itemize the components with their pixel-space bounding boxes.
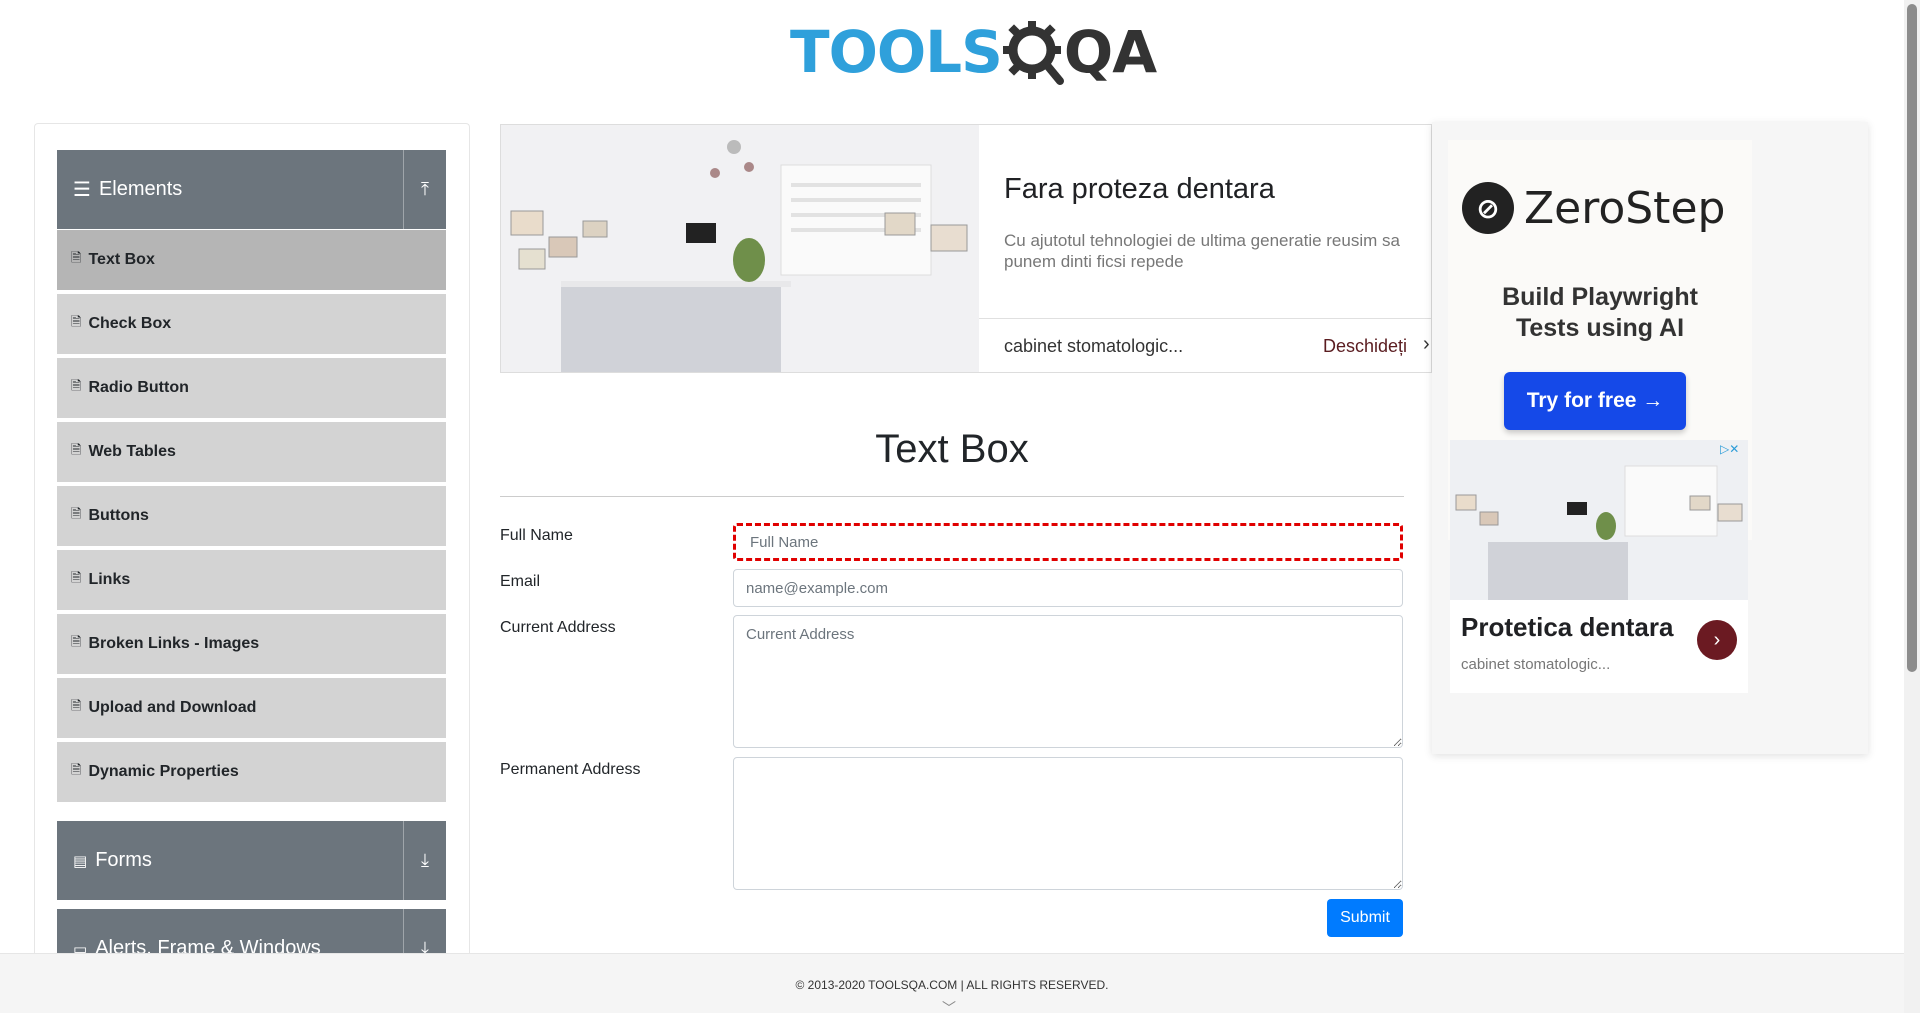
sidebar-item-text-box[interactable]: 🗎 Text Box <box>57 230 446 292</box>
clinic-room-illustration <box>501 125 979 372</box>
promo-title[interactable]: Protetica dentara <box>1461 612 1673 643</box>
document-icon: ▤ <box>73 852 88 870</box>
group-forms-label-wrap: ▤ Forms <box>73 849 403 872</box>
full-name-label: Full Name <box>500 527 573 544</box>
group-elements-label-wrap: ☰ Elements <box>73 177 403 202</box>
ad-source: cabinet stomatologic... <box>1004 336 1184 356</box>
promo-source: cabinet stomatologic... <box>1461 656 1611 673</box>
sidebar-item-label: Web Tables <box>88 443 176 460</box>
file-icon: 🗎 <box>71 314 82 329</box>
adchoices-icon[interactable]: ▷✕ <box>1720 442 1739 456</box>
zerostep-tagline: Build Playwright Tests using AI <box>1448 282 1752 344</box>
clinic-room-illustration <box>1450 440 1748 600</box>
sidebar-item-label: Radio Button <box>88 379 189 396</box>
sidebar-item-label: Dynamic Properties <box>88 763 239 780</box>
group-elements[interactable]: ☰ Elements ⤒ <box>57 150 446 229</box>
logo-tools-text: TOOLS <box>790 18 1003 86</box>
file-icon: 🗎 <box>71 506 82 521</box>
sidebar-item-buttons[interactable]: 🗎 Buttons <box>57 486 446 548</box>
page-title: Text Box <box>875 427 1029 471</box>
sidebar-item-upload-download[interactable]: 🗎 Upload and Download <box>57 678 446 740</box>
tagline-line-1: Build Playwright <box>1502 283 1698 311</box>
chevron-down-icon[interactable]: ﹀ <box>942 998 956 1013</box>
group-label: Forms <box>95 849 152 871</box>
sidebar-item-broken-links[interactable]: 🗎 Broken Links - Images <box>57 614 446 676</box>
email-input[interactable] <box>733 569 1403 607</box>
promo-panel[interactable]: Protetica dentara cabinet stomatologic..… <box>1450 600 1748 693</box>
ad-open-link[interactable]: Deschideți <box>1323 336 1407 357</box>
ad-banner[interactable]: Fara proteza dentara Cu ajutotul tehnolo… <box>500 124 1432 373</box>
sidebar-item-label: Links <box>88 571 131 588</box>
ad-title[interactable]: Fara proteza dentara <box>1004 173 1275 206</box>
sidebar-item-label: Check Box <box>88 315 172 332</box>
file-icon: 🗎 <box>71 570 82 585</box>
sidebar-item-radio-button[interactable]: 🗎 Radio Button <box>57 358 446 420</box>
page-scrollbar[interactable] <box>1904 0 1920 1013</box>
file-icon: 🗎 <box>71 442 82 457</box>
file-icon: 🗎 <box>71 250 82 265</box>
file-icon: 🗎 <box>71 698 82 713</box>
chevron-right-icon[interactable]: › <box>1423 333 1430 356</box>
group-forms[interactable]: ▤ Forms ⤓ <box>57 821 446 900</box>
zerostep-mark-icon: ⊘ <box>1462 182 1514 234</box>
page: TOOLS QA ☰ Elements ⤒ 🗎 Text Box 🗎 Check… <box>0 0 1920 1013</box>
file-icon: 🗎 <box>71 378 82 393</box>
toolsqa-logo[interactable]: TOOLS QA <box>790 14 1157 90</box>
chevron-right-icon[interactable]: › <box>1697 620 1737 660</box>
try-for-free-button[interactable]: Try for free → <box>1504 372 1686 430</box>
permanent-address-label: Permanent Address <box>500 761 641 778</box>
footer-copyright: © 2013-2020 TOOLSQA.COM | ALL RIGHTS RES… <box>795 978 1109 992</box>
sidebar-item-label: Broken Links - Images <box>88 635 260 652</box>
arrow-up-icon[interactable]: ⤒ <box>404 150 446 229</box>
scrollbar-thumb[interactable] <box>1907 4 1917 672</box>
arrow-down-icon[interactable]: ⤓ <box>404 821 446 900</box>
sidebar-item-check-box[interactable]: 🗎 Check Box <box>57 294 446 356</box>
file-icon: 🗎 <box>71 762 82 777</box>
sidebar-item-label: Buttons <box>88 507 149 524</box>
tagline-line-2: Tests using AI <box>1515 314 1685 342</box>
right-ad[interactable]: ⊘ ZeroStep Build Playwright Tests using … <box>1432 122 1868 754</box>
email-label: Email <box>500 573 541 590</box>
logo-qa-text: QA <box>1063 18 1157 86</box>
ad-description: Cu ajutotul tehnologiei de ultima genera… <box>1004 231 1400 271</box>
sidebar-item-label: Upload and Download <box>88 699 257 716</box>
full-name-input[interactable] <box>733 523 1403 561</box>
submit-button[interactable]: Submit <box>1327 899 1403 937</box>
zerostep-logo: ⊘ ZeroStep <box>1462 182 1725 234</box>
zerostep-name: ZeroStep <box>1524 182 1726 234</box>
permanent-address-textarea[interactable] <box>733 757 1403 890</box>
current-address-textarea[interactable] <box>733 615 1403 748</box>
ad-divider <box>979 318 1431 319</box>
gear-magnifier-icon <box>1002 21 1064 85</box>
sidebar-item-dynamic-properties[interactable]: 🗎 Dynamic Properties <box>57 742 446 804</box>
sidebar-item-links[interactable]: 🗎 Links <box>57 550 446 612</box>
sidebar-item-label: Text Box <box>88 251 155 268</box>
footer: © 2013-2020 TOOLSQA.COM | ALL RIGHTS RES… <box>0 953 1904 1013</box>
sidebar-item-web-tables[interactable]: 🗎 Web Tables <box>57 422 446 484</box>
current-address-label: Current Address <box>500 619 616 636</box>
title-divider <box>500 496 1404 497</box>
file-icon: 🗎 <box>71 634 82 649</box>
promo-photo[interactable] <box>1450 440 1748 600</box>
sidebar: ☰ Elements ⤒ 🗎 Text Box 🗎 Check Box 🗎 Radio… <box>34 123 470 1003</box>
ad-clinic-photo <box>501 125 979 372</box>
group-label: Elements <box>98 178 183 200</box>
hamburger-icon: ☰ <box>73 179 91 201</box>
